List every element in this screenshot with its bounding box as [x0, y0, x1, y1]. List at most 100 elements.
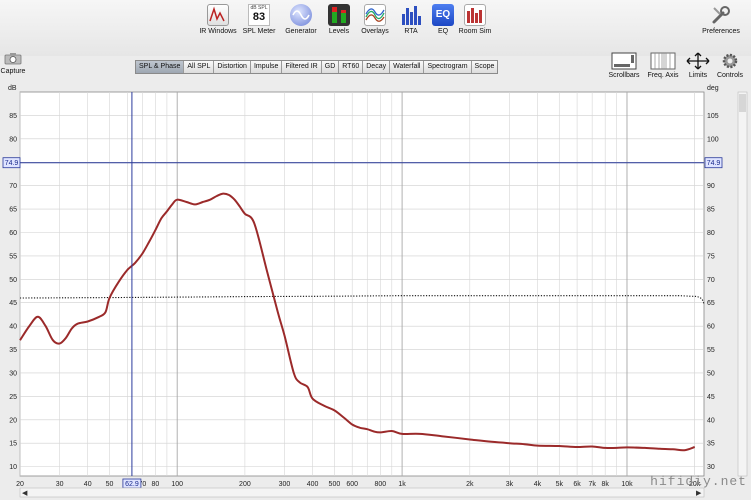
x-axis-tick-label: 30 [56, 481, 64, 488]
freq-axis-icon [650, 52, 676, 70]
rta-icon [400, 4, 422, 26]
overlays-button[interactable]: Overlays [359, 4, 391, 35]
right-axis-tick-label: 50 [707, 370, 715, 377]
ir-windows-button[interactable]: IR Windows [198, 4, 238, 35]
left-axis-tick-label: 70 [9, 183, 17, 190]
horizontal-scrollbar[interactable] [19, 487, 705, 498]
rta-button[interactable]: RTA [399, 4, 423, 35]
scroll-right-arrow-icon[interactable]: ▶ [696, 490, 702, 497]
x-axis-tick-label: 1k [398, 481, 406, 488]
spl-meter-button[interactable]: dB SPL 83 SPL Meter [240, 4, 278, 35]
graph-tabs: SPL & Phase All SPL Distortion Impulse F… [135, 60, 499, 74]
left-axis-tick-label: 55 [9, 253, 17, 260]
eq-label: EQ [437, 28, 449, 35]
x-axis-tick-label: 10k [621, 481, 633, 488]
limits-label: Limits [688, 72, 708, 79]
preferences-label: Preferences [702, 28, 740, 35]
x-axis-tick-label: 800 [374, 481, 386, 488]
left-axis-tick-label: 30 [9, 370, 17, 377]
tab-distortion[interactable]: Distortion [214, 61, 251, 73]
levels-icon [328, 4, 350, 26]
wrench-icon [710, 4, 732, 26]
left-axis-tick-label: 60 [9, 230, 17, 237]
right-axis-tick-label: 30 [707, 464, 715, 471]
freq-axis-button[interactable]: Freq. Axis [644, 52, 682, 79]
left-axis-tick-label: 80 [9, 136, 17, 143]
x-axis-tick-label: 7k [588, 481, 596, 488]
overlays-icon [364, 4, 386, 26]
eq-icon: EQ [432, 4, 454, 26]
vertical-scroll-thumb[interactable] [739, 94, 746, 112]
right-axis-tick-label: 40 [707, 417, 715, 424]
scroll-left-arrow-icon[interactable]: ◀ [22, 490, 28, 497]
tab-decay[interactable]: Decay [363, 61, 391, 73]
right-axis-tick-label: 90 [707, 183, 715, 190]
freq-axis-label: Freq. Axis [647, 72, 679, 79]
scrollbars-button[interactable]: Scrollbars [606, 52, 642, 79]
generator-button[interactable]: Generator [283, 4, 319, 35]
left-axis-tick-label: 40 [9, 324, 17, 331]
generator-label: Generator [285, 28, 317, 35]
right-axis-tick-label: 55 [707, 347, 715, 354]
tab-spl-phase[interactable]: SPL & Phase [136, 61, 185, 73]
x-axis-tick-label: 2k [466, 481, 474, 488]
x-axis-tick-label: 6k [573, 481, 581, 488]
tab-gd[interactable]: GD [321, 61, 340, 73]
room-sim-label: Room Sim [458, 28, 492, 35]
x-axis-tick-label: 200 [239, 481, 251, 488]
left-axis-tick-label: 65 [9, 207, 17, 214]
x-axis-tick-label: 400 [307, 481, 319, 488]
plot-area[interactable] [19, 91, 705, 477]
controls-button[interactable]: Controls [714, 52, 746, 79]
overlays-label: Overlays [361, 28, 389, 35]
ir-windows-label: IR Windows [199, 28, 237, 35]
left-axis-tick-label: 20 [9, 417, 17, 424]
left-axis-unit: dB [8, 85, 17, 92]
tab-all-spl[interactable]: All SPL [184, 61, 215, 73]
right-axis-tick-label: 100 [707, 136, 719, 143]
x-axis-tick-label: 5k [556, 481, 564, 488]
cursor-level-label-right: 74.9 [707, 160, 721, 167]
capture-button[interactable]: Capture [0, 52, 26, 75]
left-axis-tick-label: 45 [9, 300, 17, 307]
vertical-scrollbar[interactable] [737, 91, 748, 477]
x-axis-tick-label: 3k [506, 481, 514, 488]
x-axis-tick-label: 80 [152, 481, 160, 488]
tab-impulse[interactable]: Impulse [250, 61, 283, 73]
tab-filtered-ir[interactable]: Filtered IR [282, 61, 322, 73]
camera-icon [4, 52, 22, 65]
rta-label: RTA [404, 28, 418, 35]
spl-phase-graph[interactable]: 10 15 20 25 30 35 40 45 50 55 60 65 70 75 80 85 30 35 40 4… [0, 84, 751, 500]
right-axis-tick-label: 105 [707, 113, 719, 120]
tab-waterfall[interactable]: Waterfall [390, 61, 425, 73]
levels-label: Levels [328, 28, 350, 35]
generator-icon [290, 4, 312, 26]
x-axis-tick-label: 50 [106, 481, 114, 488]
watermark-text: hifidiy.net [650, 474, 747, 489]
levels-button[interactable]: Levels [325, 4, 353, 35]
tab-spectrogram[interactable]: Spectrogram [424, 61, 472, 73]
limits-icon [685, 52, 711, 70]
x-axis-tick-label: 100 [171, 481, 183, 488]
left-axis-tick-label: 25 [9, 394, 17, 401]
right-axis-tick-label: 60 [707, 324, 715, 331]
eq-button[interactable]: EQ EQ [431, 4, 455, 35]
scrollbars-icon [611, 52, 637, 70]
right-axis-tick-label: 45 [707, 394, 715, 401]
spl-meter-value: 83 [252, 11, 266, 23]
spl-meter-label: SPL Meter [242, 28, 276, 35]
x-axis-tick-label: 300 [279, 481, 291, 488]
right-axis-tick-label: 70 [707, 277, 715, 284]
x-axis-tick-label: 500 [329, 481, 341, 488]
ir-windows-icon [207, 4, 229, 26]
left-axis-tick-label: 85 [9, 113, 17, 120]
x-axis-tick-label: 40 [84, 481, 92, 488]
x-axis-tick-label: 4k [534, 481, 542, 488]
limits-button[interactable]: Limits [684, 52, 712, 79]
tab-rt60[interactable]: RT60 [339, 61, 364, 73]
right-axis-tick-label: 75 [707, 253, 715, 260]
tab-scope[interactable]: Scope [471, 61, 498, 73]
controls-label: Controls [716, 72, 744, 79]
preferences-button[interactable]: Preferences [698, 4, 744, 35]
room-sim-button[interactable]: Room Sim [458, 4, 492, 35]
